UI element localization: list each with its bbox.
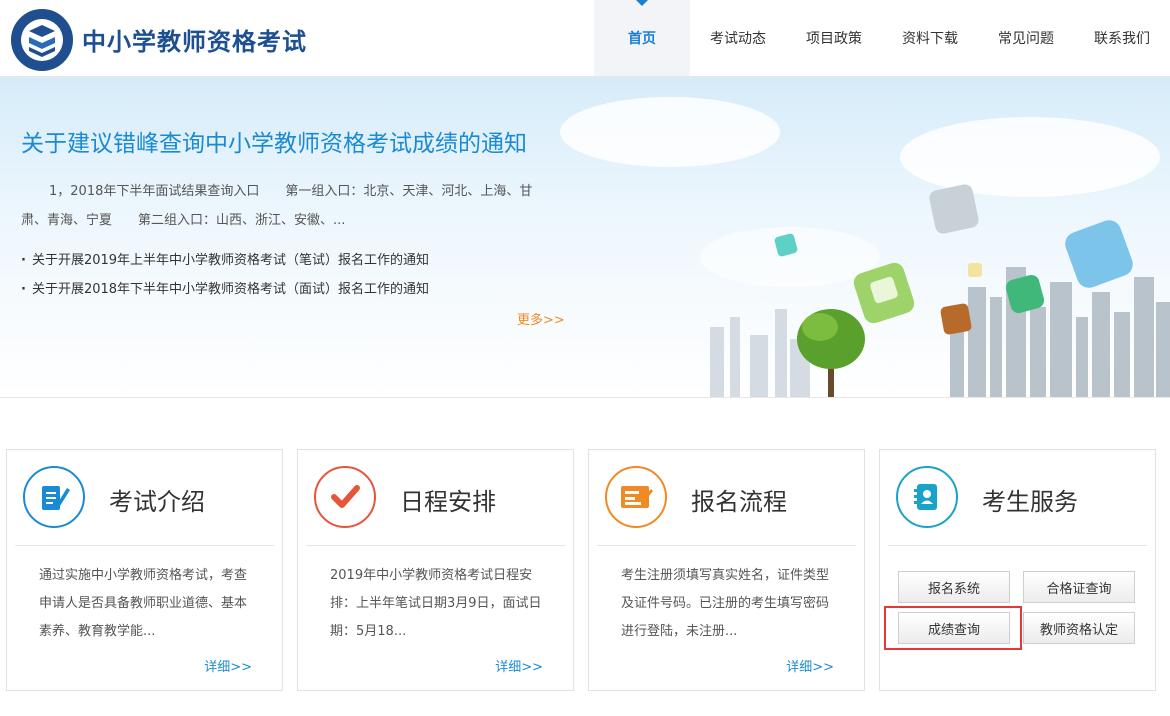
nav-home[interactable]: 首页 — [594, 0, 690, 76]
card-schedule: 日程安排 2019年中小学教师资格考试日程安排：上半年笔试日期3月9日，面试日期… — [297, 449, 574, 691]
details-link[interactable]: 详细>> — [204, 656, 252, 675]
certificate-query-button[interactable]: 合格证查询 — [1023, 571, 1135, 603]
nav-exam-news[interactable]: 考试动态 — [690, 0, 786, 76]
card-title: 报名流程 — [691, 488, 787, 516]
nav-label: 考试动态 — [710, 31, 766, 47]
site-title[interactable]: 中小学教师资格考试 — [82, 22, 307, 57]
city-illustration — [710, 184, 1170, 397]
highlight-box — [884, 606, 1022, 650]
teacher-qualification-button[interactable]: 教师资格认定 — [1023, 612, 1135, 644]
site-header: 中小学教师资格考试 首页 考试动态 项目政策 资料下载 常见问题 联系我们 — [0, 0, 1170, 77]
card-text: 通过实施中小学教师资格考试，考查申请人是否具备教师职业道德、基本素养、教育教学能… — [39, 568, 248, 639]
nav-label: 项目政策 — [806, 31, 862, 47]
details-link[interactable]: 详细>> — [495, 656, 543, 675]
divider — [15, 545, 274, 546]
headline-summary: 1，2018年下半年面试结果查询入口 第一组入口：北京、天津、河北、上海、甘肃、… — [21, 184, 533, 228]
active-caret-icon — [636, 0, 648, 6]
site-logo[interactable] — [11, 9, 73, 71]
news-item[interactable]: 关于开展2019年上半年中小学教师资格考试（笔试）报名工作的通知 — [21, 249, 429, 278]
nav-faq[interactable]: 常见问题 — [978, 0, 1074, 76]
document-pen-icon — [23, 466, 85, 528]
nav-policy[interactable]: 项目政策 — [786, 0, 882, 76]
card-text: 2019年中小学教师资格考试日程安排：上半年笔试日期3月9日，面试日期：5月18… — [330, 568, 542, 639]
divider — [888, 545, 1147, 546]
nav-label: 首页 — [628, 31, 656, 47]
headline-link[interactable]: 关于建议错峰查询中小学教师资格考试成绩的通知 — [21, 124, 527, 158]
more-link[interactable]: 更多>> — [517, 309, 565, 328]
main-nav: 首页 考试动态 项目政策 资料下载 常见问题 联系我们 — [594, 0, 1170, 76]
divider — [597, 545, 856, 546]
card-title: 日程安排 — [400, 488, 496, 516]
divider — [306, 545, 565, 546]
card-exam-intro: 考试介绍 通过实施中小学教师资格考试，考查申请人是否具备教师职业道德、基本素养、… — [6, 449, 283, 691]
card-title: 考生服务 — [982, 488, 1078, 516]
registration-system-button[interactable]: 报名系统 — [898, 571, 1010, 603]
nav-label: 常见问题 — [998, 31, 1054, 47]
details-link[interactable]: 详细>> — [786, 656, 834, 675]
nav-downloads[interactable]: 资料下载 — [882, 0, 978, 76]
card-registration: 报名流程 考生注册须填写真实姓名，证件类型及证件号码。已注册的考生填写密码进行登… — [588, 449, 865, 691]
news-item[interactable]: 关于开展2018年下半年中小学教师资格考试（面试）报名工作的通知 — [21, 278, 429, 307]
news-banner: 关于建议错峰查询中小学教师资格考试成绩的通知 1，2018年下半年面试结果查询入… — [0, 77, 1170, 398]
form-icon — [605, 466, 667, 528]
nav-label: 资料下载 — [902, 31, 958, 47]
card-candidate-services: 考生服务 报名系统 合格证查询 成绩查询 教师资格认定 — [879, 449, 1156, 691]
card-title: 考试介绍 — [109, 488, 205, 516]
card-text: 考生注册须填写真实姓名，证件类型及证件号码。已注册的考生填写密码进行登陆，未注册… — [621, 568, 830, 639]
contact-card-icon — [896, 466, 958, 528]
nav-label: 联系我们 — [1094, 31, 1150, 47]
nav-contact[interactable]: 联系我们 — [1074, 0, 1170, 76]
checkmark-icon — [314, 466, 376, 528]
news-list: 关于开展2019年上半年中小学教师资格考试（笔试）报名工作的通知 关于开展201… — [21, 249, 429, 307]
